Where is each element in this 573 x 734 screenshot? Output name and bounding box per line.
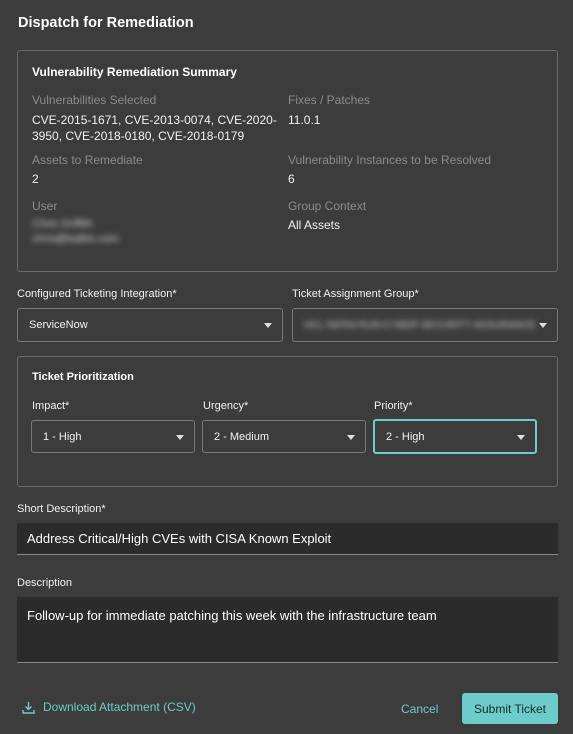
short-description-label: Short Description* <box>17 503 106 515</box>
urgency-select[interactable]: 2 - Medium <box>202 420 366 453</box>
assets-value: 2 <box>32 172 39 186</box>
instances-label: Vulnerability Instances to be Resolved <box>288 153 492 167</box>
assignment-group-value: HCL INFRA RUN-CYBER SECURITY ASSURANCE <box>304 319 536 331</box>
priority-value: 2 - High <box>386 430 425 443</box>
group-context-field: Group Context All Assets <box>288 199 366 233</box>
integration-select[interactable]: ServiceNow <box>17 308 283 342</box>
chevron-down-icon <box>264 323 272 328</box>
dialog-title: Dispatch for Remediation <box>18 15 194 31</box>
impact-label: Impact* <box>32 400 70 412</box>
assignment-group-label: Ticket Assignment Group* <box>292 288 419 300</box>
integration-value: ServiceNow <box>29 319 88 331</box>
description-label: Description <box>17 577 73 589</box>
instances-value: 6 <box>288 172 295 186</box>
short-description-value: Address Critical/High CVEs with CISA Kno… <box>27 531 332 546</box>
short-description-input[interactable]: Address Critical/High CVEs with CISA Kno… <box>17 523 558 555</box>
submit-ticket-button[interactable]: Submit Ticket <box>462 693 558 724</box>
fixes-field: Fixes / Patches 11.0.1 <box>288 93 538 128</box>
priority-label: Priority* <box>374 400 413 412</box>
priority-select[interactable]: 2 - High <box>373 419 537 454</box>
download-icon <box>22 701 35 714</box>
impact-value: 1 - High <box>43 430 82 443</box>
chevron-down-icon <box>347 434 355 440</box>
integration-label: Configured Ticketing Integration* <box>17 288 177 300</box>
assets-field: Assets to Remediate 2 <box>32 153 143 187</box>
summary-title: Vulnerability Remediation Summary <box>32 65 237 79</box>
instances-field: Vulnerability Instances to be Resolved 6 <box>288 153 491 187</box>
vulnerabilities-value-line1: CVE-2015-1671, CVE-2013-0074, CVE-2020- <box>32 113 277 127</box>
group-context-value: All Assets <box>288 218 341 232</box>
ticket-prioritization-panel: Ticket Prioritization Impact* 1 - High U… <box>17 356 558 487</box>
fixes-value: 11.0.1 <box>288 113 321 127</box>
remediation-summary-panel: Vulnerability Remediation Summary Vulner… <box>17 50 558 272</box>
download-attachment-link[interactable]: Download Attachment (CSV) <box>22 700 196 714</box>
cancel-button[interactable]: Cancel <box>401 702 438 716</box>
user-label: User <box>32 199 58 213</box>
description-value: Follow-up for immediate patching this we… <box>27 608 437 623</box>
user-name: Chris Griffith <box>32 218 93 230</box>
download-attachment-label: Download Attachment (CSV) <box>43 700 196 714</box>
vulnerabilities-value-line2: 3950, CVE-2018-0180, CVE-2018-0179 <box>32 129 245 143</box>
urgency-value: 2 - Medium <box>214 430 270 443</box>
prioritization-title: Ticket Prioritization <box>32 371 134 383</box>
group-context-label: Group Context <box>288 199 367 213</box>
assignment-group-select[interactable]: HCL INFRA RUN-CYBER SECURITY ASSURANCE <box>292 308 558 342</box>
chevron-down-icon <box>176 434 184 440</box>
vulnerabilities-field: Vulnerabilities Selected CVE-2015-1671, … <box>32 93 282 144</box>
description-textarea[interactable]: Follow-up for immediate patching this we… <box>17 597 558 663</box>
vulnerabilities-label: Vulnerabilities Selected <box>32 93 157 107</box>
assets-label: Assets to Remediate <box>32 153 143 167</box>
impact-select[interactable]: 1 - High <box>31 420 195 453</box>
user-email: chris@balbix.com <box>32 233 119 245</box>
user-field: User Chris Griffith chris@balbix.com <box>32 199 119 247</box>
chevron-down-icon <box>517 434 525 440</box>
chevron-down-icon <box>539 323 547 328</box>
urgency-label: Urgency* <box>203 400 249 412</box>
fixes-label: Fixes / Patches <box>288 93 371 107</box>
